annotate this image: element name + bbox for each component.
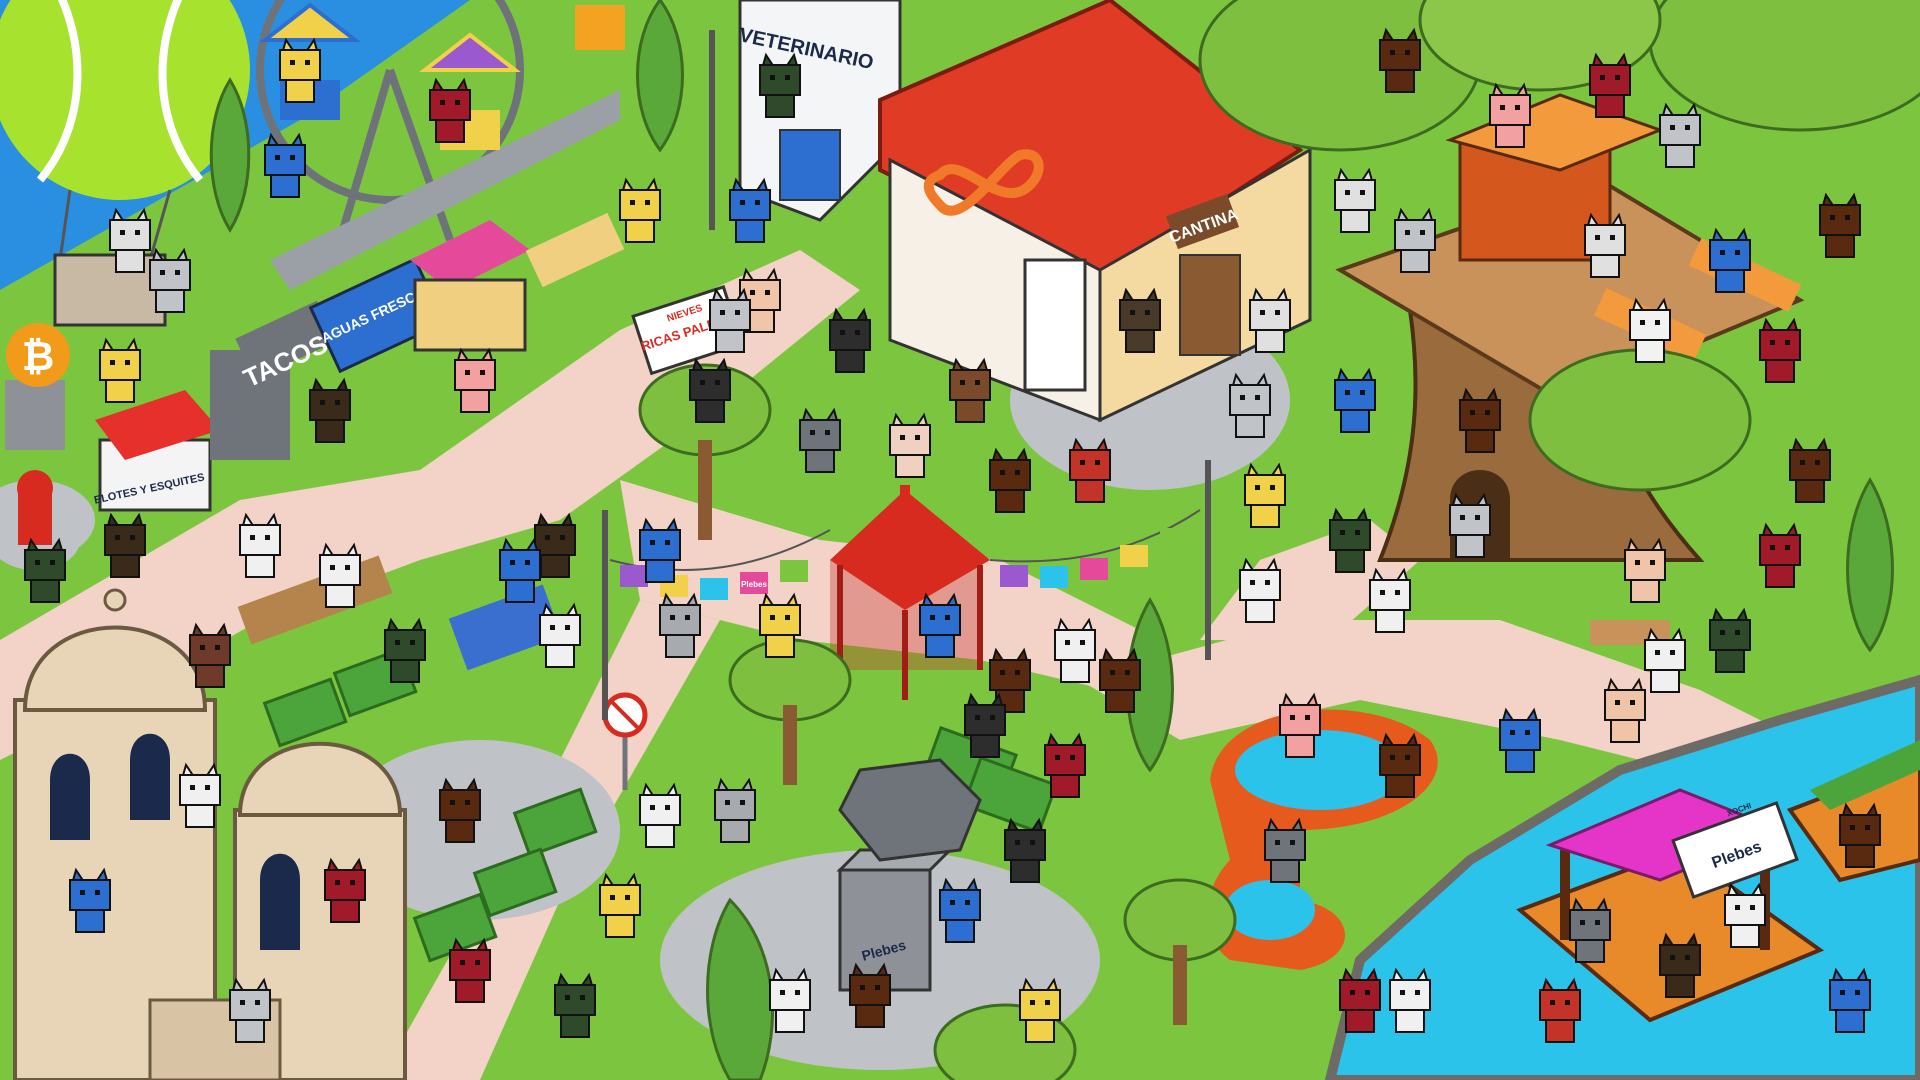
bitcoin-icon: ₿ <box>22 335 55 379</box>
pixel-cat[interactable] <box>1709 227 1751 293</box>
pixel-cat[interactable] <box>99 337 141 403</box>
pixel-cat[interactable] <box>619 177 661 243</box>
banner-flag-label: Plebes <box>741 580 767 589</box>
pixel-cat[interactable] <box>1249 287 1291 353</box>
pixel-cat[interactable] <box>1369 567 1411 633</box>
pixel-cat[interactable] <box>714 777 756 843</box>
pixel-cat[interactable] <box>1819 192 1861 258</box>
pixel-cat[interactable] <box>179 762 221 828</box>
pixel-cat[interactable] <box>759 52 801 118</box>
pixel-cat[interactable] <box>1339 967 1381 1033</box>
pixel-cat[interactable] <box>689 357 731 423</box>
pixel-cat[interactable] <box>1789 437 1831 503</box>
pixel-cat[interactable] <box>1629 297 1671 363</box>
pixel-cat[interactable] <box>1604 677 1646 743</box>
pixel-cat[interactable] <box>829 307 871 373</box>
pixel-cat[interactable] <box>1379 27 1421 93</box>
pixel-cat[interactable] <box>499 537 541 603</box>
pixel-cat[interactable] <box>1709 607 1751 673</box>
pixel-cat[interactable] <box>554 972 596 1038</box>
pixel-cat[interactable] <box>149 247 191 313</box>
pixel-cat[interactable] <box>659 592 701 658</box>
pixel-cat[interactable] <box>1829 967 1871 1033</box>
pixel-cat[interactable] <box>1449 492 1491 558</box>
pixel-cat[interactable] <box>1044 732 1086 798</box>
pixel-cat[interactable] <box>1379 732 1421 798</box>
pixel-cat[interactable] <box>439 777 481 843</box>
pixel-cat[interactable] <box>1389 967 1431 1033</box>
pixel-cat[interactable] <box>229 977 271 1043</box>
pixel-cat[interactable] <box>1229 372 1271 438</box>
pixel-cat[interactable] <box>1069 437 1111 503</box>
pixel-cat[interactable] <box>1584 212 1626 278</box>
pixel-cat[interactable] <box>919 592 961 658</box>
pixel-cat[interactable] <box>639 517 681 583</box>
pixel-cat[interactable] <box>1724 882 1766 948</box>
pixel-cat[interactable] <box>1659 102 1701 168</box>
pixel-cat[interactable] <box>599 872 641 938</box>
pixel-cat[interactable] <box>849 962 891 1028</box>
pixel-cat[interactable] <box>1329 507 1371 573</box>
pixel-cat[interactable] <box>1459 387 1501 453</box>
pixel-cat[interactable] <box>1004 817 1046 883</box>
pixel-cat[interactable] <box>1264 817 1306 883</box>
pixel-cat[interactable] <box>964 692 1006 758</box>
pixel-cat[interactable] <box>709 287 751 353</box>
pixel-cat[interactable] <box>949 357 991 423</box>
pixel-cat[interactable] <box>939 877 981 943</box>
pixel-cat[interactable] <box>24 537 66 603</box>
pixel-cat[interactable] <box>324 857 366 923</box>
bitcoin-statue: ₿ <box>5 323 70 450</box>
pixel-cat[interactable] <box>1054 617 1096 683</box>
pixel-cat[interactable] <box>309 377 351 443</box>
pixel-cat[interactable] <box>189 622 231 688</box>
pixel-cat[interactable] <box>1589 52 1631 118</box>
pixel-cat[interactable] <box>1499 707 1541 773</box>
pixel-cat[interactable] <box>1569 897 1611 963</box>
pixel-cat[interactable] <box>539 602 581 668</box>
pixel-cat[interactable] <box>1334 367 1376 433</box>
pixel-cat[interactable] <box>769 967 811 1033</box>
pixel-cat[interactable] <box>104 512 146 578</box>
pixel-cat[interactable] <box>1624 537 1666 603</box>
pixel-cat[interactable] <box>264 132 306 198</box>
pixel-cat[interactable] <box>429 77 471 143</box>
pixel-cat[interactable] <box>239 512 281 578</box>
pixel-cat[interactable] <box>109 207 151 273</box>
pixel-cat[interactable] <box>799 407 841 473</box>
pixel-cat[interactable] <box>279 37 321 103</box>
pixel-cat[interactable] <box>384 617 426 683</box>
pixel-cat[interactable] <box>1244 462 1286 528</box>
pixel-cat[interactable] <box>989 447 1031 513</box>
pixel-cat[interactable] <box>454 347 496 413</box>
pixel-cat[interactable] <box>889 412 931 478</box>
pixel-cat[interactable] <box>1659 932 1701 998</box>
pixel-cat[interactable] <box>449 937 491 1003</box>
pixel-cat[interactable] <box>1489 82 1531 148</box>
pixel-cat[interactable] <box>1759 522 1801 588</box>
game-scene: ₿ ELOTES Y ESQUITES TACOS AGUAS FRESCAS … <box>0 0 1920 1080</box>
pixel-cat[interactable] <box>1019 977 1061 1043</box>
pixel-cat[interactable] <box>1759 317 1801 383</box>
pixel-cat[interactable] <box>69 867 111 933</box>
pixel-cat[interactable] <box>1839 802 1881 868</box>
pixel-cat[interactable] <box>1644 627 1686 693</box>
pixel-cat[interactable] <box>1539 977 1581 1043</box>
pixel-cat[interactable] <box>1334 167 1376 233</box>
pixel-cat[interactable] <box>1394 207 1436 273</box>
pixel-cat[interactable] <box>759 592 801 658</box>
pixel-cat[interactable] <box>319 542 361 608</box>
pixel-cat[interactable] <box>1099 647 1141 713</box>
pixel-cat[interactable] <box>729 177 771 243</box>
pixel-cat[interactable] <box>1279 692 1321 758</box>
park-map: ₿ ELOTES Y ESQUITES TACOS AGUAS FRESCAS … <box>0 0 1920 1080</box>
pixel-cat[interactable] <box>639 782 681 848</box>
pixel-cat[interactable] <box>1239 557 1281 623</box>
pixel-cat[interactable] <box>1119 287 1161 353</box>
